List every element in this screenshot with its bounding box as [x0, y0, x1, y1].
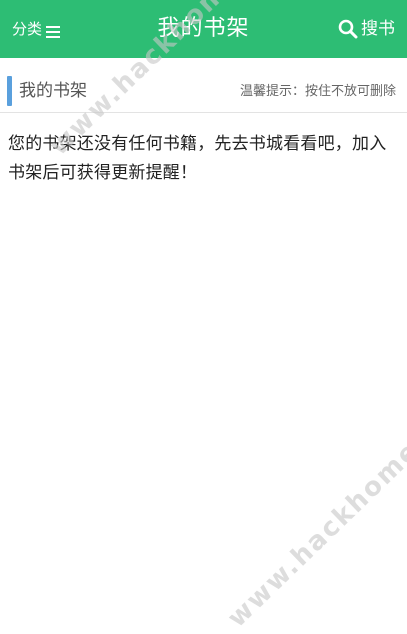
- search-label: 搜书: [361, 19, 395, 39]
- top-app-bar: 分类 我的书架 搜书: [0, 0, 407, 58]
- section-title: 我的书架: [19, 81, 87, 101]
- search-button[interactable]: 搜书: [338, 17, 395, 41]
- app-screen: 分类 我的书架 搜书 我的书架 温馨提示：按住不放可删除 您的书架还没有任何书籍…: [0, 0, 407, 634]
- section-accent-bar: [7, 76, 12, 106]
- search-icon: [338, 19, 358, 39]
- delete-tip: 温馨提示：按住不放可删除: [239, 84, 396, 99]
- empty-bookshelf-message: 您的书架还没有任何书籍，先去书城看看吧，加入书架后可获得更新提醒！: [8, 134, 387, 183]
- bookshelf-section-header: 我的书架 温馨提示：按住不放可删除: [0, 70, 407, 113]
- watermark: www.hackhome.com: [222, 381, 407, 634]
